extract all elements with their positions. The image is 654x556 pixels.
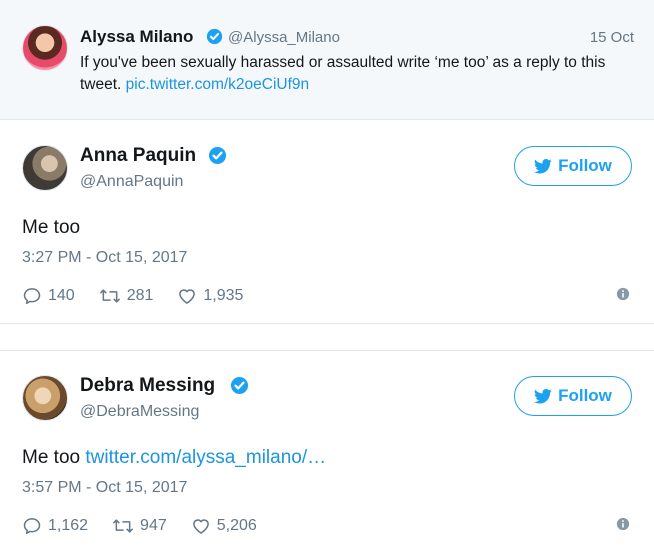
tweet-timestamp[interactable]: 3:57 PM - Oct 15, 2017 <box>22 479 187 497</box>
tweet-date[interactable]: 15 Oct <box>590 29 634 46</box>
reply-icon <box>23 518 41 535</box>
verified-badge-icon <box>230 376 249 400</box>
reply-action[interactable]: 1,162 <box>22 516 88 536</box>
retweet-action[interactable]: 281 <box>99 286 154 306</box>
like-icon <box>179 289 196 304</box>
follow-button-label: Follow <box>558 156 612 175</box>
like-action[interactable]: 5,206 <box>191 516 257 536</box>
follow-button[interactable]: Follow <box>514 146 632 186</box>
avatar[interactable] <box>22 145 68 191</box>
author-name[interactable]: Alyssa Milano <box>80 27 193 47</box>
tweet-card: Debra Messing @DebraMessing Follow Me to… <box>0 351 654 556</box>
tweet-actions: 1,162 947 5,206 <box>22 514 281 538</box>
twitter-bird-icon <box>534 158 552 174</box>
reply-icon <box>23 288 41 305</box>
media-link[interactable]: pic.twitter.com/k2oeCiUf9n <box>126 76 310 93</box>
info-icon[interactable] <box>616 287 630 306</box>
retweet-action[interactable]: 947 <box>112 516 167 536</box>
twitter-bird-icon <box>534 388 552 404</box>
tweet-text: Me too <box>22 217 80 239</box>
reply-action[interactable]: 140 <box>22 286 75 306</box>
like-count: 5,206 <box>216 517 257 534</box>
follow-button[interactable]: Follow <box>514 376 632 416</box>
follow-button-label: Follow <box>558 386 612 405</box>
verified-badge-icon <box>208 146 227 170</box>
tweet-card: Anna Paquin @AnnaPaquin Follow Me too 3:… <box>0 121 654 321</box>
info-icon[interactable] <box>616 517 630 536</box>
retweet-count: 281 <box>126 287 154 304</box>
like-icon <box>192 519 209 534</box>
retweet-icon <box>113 519 133 533</box>
retweet-icon <box>99 289 120 303</box>
quoted-tweet[interactable]: Alyssa Milano @Alyssa_Milano 15 Oct If y… <box>0 0 654 120</box>
author-handle[interactable]: @AnnaPaquin <box>80 173 183 191</box>
author-name[interactable]: Debra Messing <box>80 375 215 397</box>
tweet-timestamp[interactable]: 3:27 PM - Oct 15, 2017 <box>22 249 187 267</box>
reply-count: 140 <box>48 287 75 304</box>
tweet-actions: 140 281 1,935 <box>22 284 267 308</box>
divider <box>0 323 654 324</box>
tweet-text: Me too twitter.com/alyssa_milano/… <box>22 447 326 469</box>
tweet-link[interactable]: twitter.com/alyssa_milano/… <box>85 447 326 468</box>
like-count: 1,935 <box>203 287 244 304</box>
quoted-tweet-text: If you've been sexually harassed or assa… <box>80 52 635 96</box>
avatar[interactable] <box>22 25 68 71</box>
tweet-body: Me too <box>22 217 81 238</box>
verified-badge-icon <box>206 28 223 50</box>
author-name[interactable]: Anna Paquin <box>80 145 196 167</box>
author-handle[interactable]: @Alyssa_Milano <box>228 29 340 46</box>
like-action[interactable]: 1,935 <box>177 286 243 306</box>
retweet-count: 947 <box>140 517 167 534</box>
reply-count: 1,162 <box>48 517 89 534</box>
tweet-body: Me too <box>22 447 81 468</box>
avatar[interactable] <box>22 375 68 421</box>
author-handle[interactable]: @DebraMessing <box>80 403 199 421</box>
